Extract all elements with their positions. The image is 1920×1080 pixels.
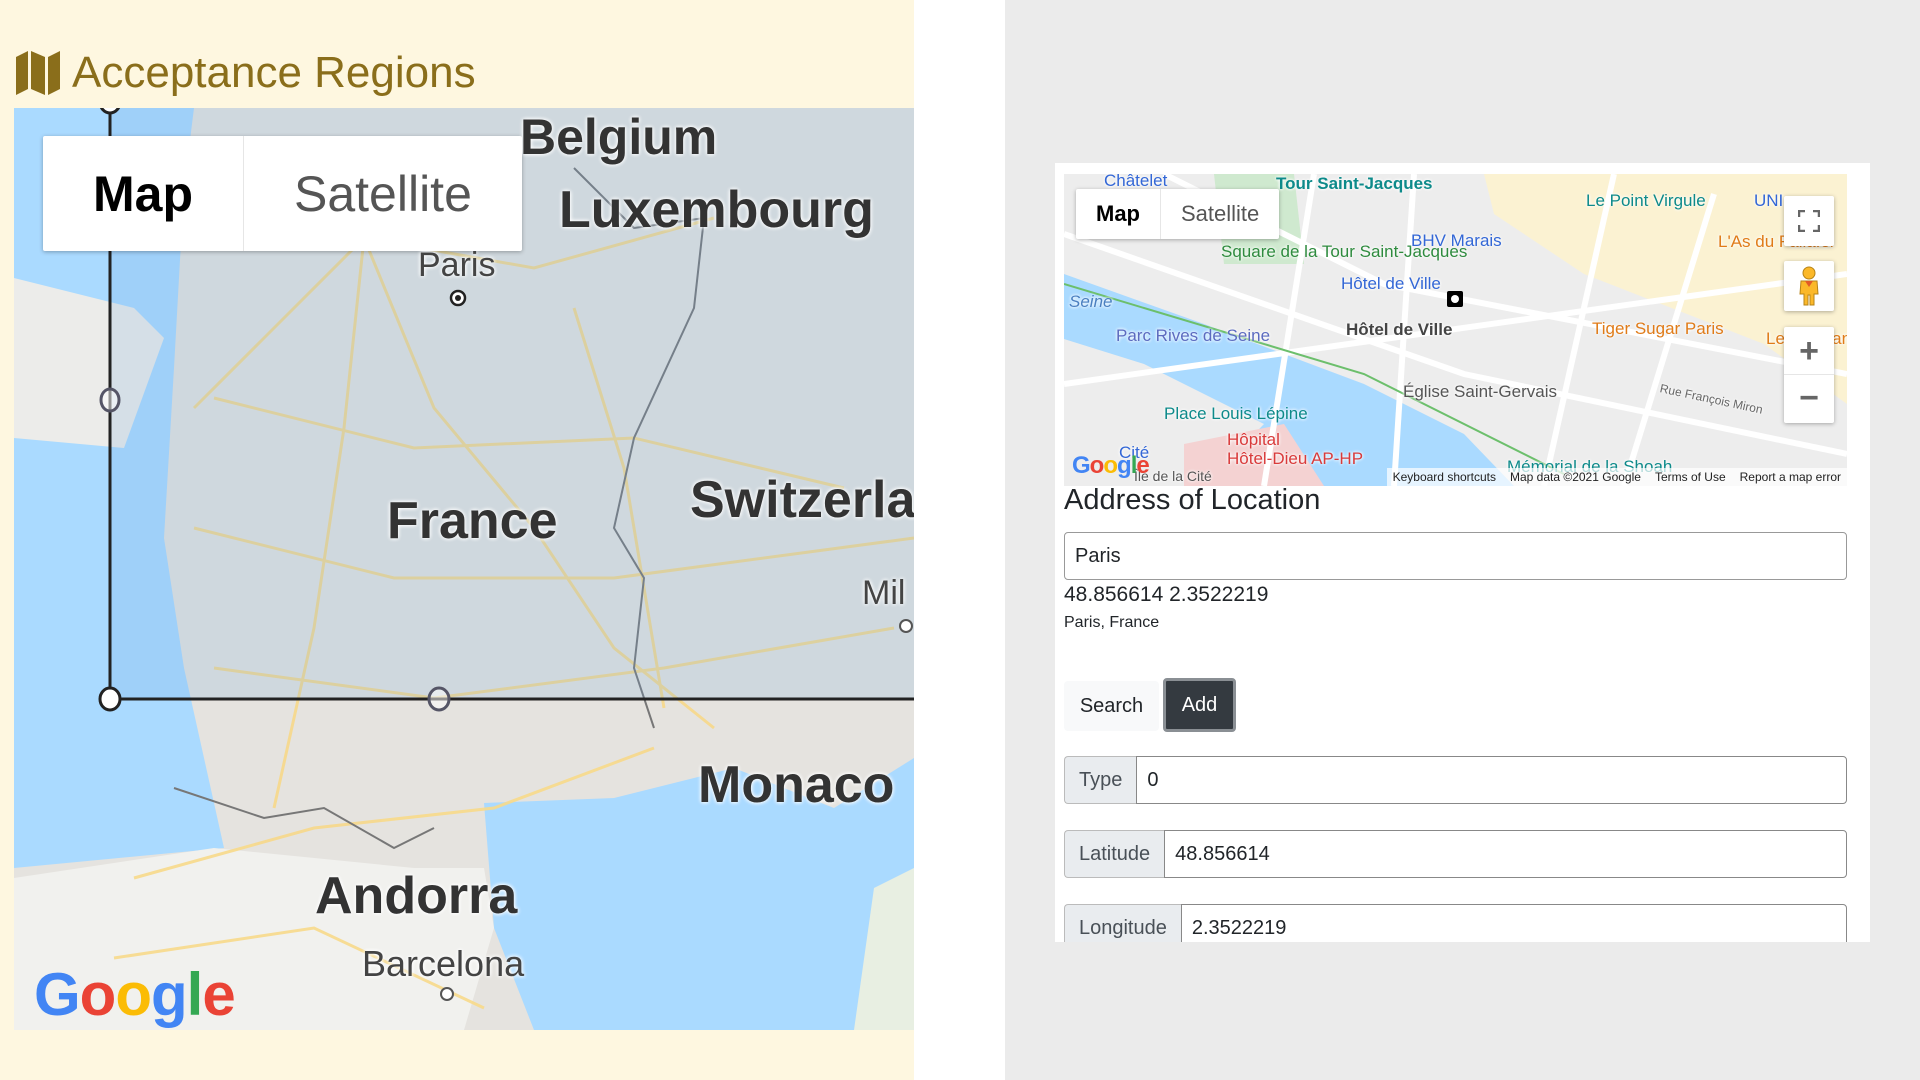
map-label-milan: Mil: [862, 574, 906, 612]
poi-hotel-de-ville[interactable]: Hôtel de Ville: [1346, 320, 1452, 340]
regions-map[interactable]: Map Satellite Belgium Luxembourg Paris F…: [14, 108, 914, 1030]
keyboard-shortcuts-link[interactable]: Keyboard shortcuts: [1393, 470, 1496, 484]
google-logo: Google: [34, 961, 236, 1028]
map-label-france: France: [387, 492, 558, 550]
poi-hopital[interactable]: Hôpital: [1227, 430, 1280, 450]
location-map-type-map-button[interactable]: Map: [1076, 189, 1160, 239]
poi-place-louis-lepine[interactable]: Place Louis Lépine: [1164, 404, 1308, 424]
map-label-paris: Paris: [418, 246, 496, 284]
poi-uniqlo[interactable]: UNI: [1754, 191, 1783, 211]
map-label-andorra: Andorra: [315, 867, 518, 925]
poi-tour-saint-jacques[interactable]: Tour Saint-Jacques: [1276, 174, 1433, 194]
map-label-monaco: Monaco: [698, 756, 895, 814]
poi-tiger-sugar[interactable]: Tiger Sugar Paris: [1592, 319, 1724, 339]
latitude-label: Latitude: [1064, 830, 1165, 878]
longitude-label: Longitude: [1064, 904, 1181, 942]
poi-seine: Seine: [1069, 292, 1113, 311]
latitude-field-group: Latitude: [1064, 830, 1847, 878]
street-view-pegman[interactable]: [1784, 261, 1834, 311]
location-card: Map Satellite Châtelet Tour Saint-Jacque…: [1055, 163, 1870, 942]
panel-title: Acceptance Regions: [14, 48, 476, 98]
location-map-type-control: Map Satellite: [1076, 189, 1280, 239]
zoom-in-button[interactable]: +: [1784, 328, 1834, 375]
map-data-text: Map data ©2021 Google: [1510, 470, 1641, 484]
poi-point-virgule[interactable]: Le Point Virgule: [1586, 191, 1706, 211]
search-button[interactable]: Search: [1064, 681, 1159, 731]
google-logo-small: Google: [1072, 452, 1150, 479]
zoom-out-button[interactable]: −: [1784, 375, 1834, 422]
type-field-group: Type: [1064, 756, 1847, 804]
address-input[interactable]: [1064, 532, 1847, 580]
poi-hotel-dieu[interactable]: Hôtel-Dieu AP-HP: [1227, 449, 1363, 469]
poi-bhv-marais[interactable]: BHV Marais: [1411, 231, 1502, 251]
fullscreen-icon: [1798, 210, 1820, 232]
report-map-error-link[interactable]: Report a map error: [1740, 470, 1841, 484]
location-map-type-satellite-button[interactable]: Satellite: [1160, 189, 1279, 239]
poi-hotel-de-ville-metro[interactable]: Hôtel de Ville: [1341, 274, 1441, 294]
map-icon: [16, 51, 60, 95]
add-button[interactable]: Add: [1163, 678, 1236, 732]
type-input[interactable]: [1136, 756, 1847, 804]
poi-parc-rives[interactable]: Parc Rives de Seine: [1116, 326, 1270, 346]
map-label-luxembourg: Luxembourg: [559, 181, 874, 239]
map-label-switzerland: Switzerlar: [690, 471, 914, 529]
latitude-input[interactable]: [1164, 830, 1847, 878]
map-attribution: Keyboard shortcuts Map data ©2021 Google…: [1386, 468, 1847, 486]
pegman-icon: [1799, 266, 1819, 306]
map-type-control: Map Satellite: [43, 136, 522, 251]
longitude-input[interactable]: [1180, 904, 1847, 942]
map-type-satellite-button[interactable]: Satellite: [243, 136, 522, 251]
panel-title-text: Acceptance Regions: [72, 48, 476, 97]
address-heading: Address of Location: [1064, 484, 1321, 516]
zoom-control: + −: [1784, 327, 1834, 423]
map-label-barcelona: Barcelona: [362, 943, 525, 984]
poi-chatelet[interactable]: Châtelet: [1104, 174, 1167, 191]
place-name-text: Paris, France: [1064, 614, 1160, 631]
map-label-belgium: Belgium: [520, 109, 718, 165]
terms-of-use-link[interactable]: Terms of Use: [1655, 470, 1726, 484]
location-map[interactable]: Map Satellite Châtelet Tour Saint-Jacque…: [1064, 174, 1847, 486]
coordinates-text: 48.856614 2.3522219: [1064, 583, 1269, 606]
poi-eglise-saint-gervais[interactable]: Église Saint-Gervais: [1403, 382, 1557, 402]
map-type-map-button[interactable]: Map: [43, 136, 243, 251]
panel-divider: [914, 0, 1005, 1080]
acceptance-regions-panel: Acceptance Regions Map Satellite Belgium…: [0, 0, 914, 1080]
fullscreen-button[interactable]: [1784, 196, 1834, 246]
longitude-field-group: Longitude: [1064, 904, 1847, 942]
type-label: Type: [1064, 756, 1137, 804]
